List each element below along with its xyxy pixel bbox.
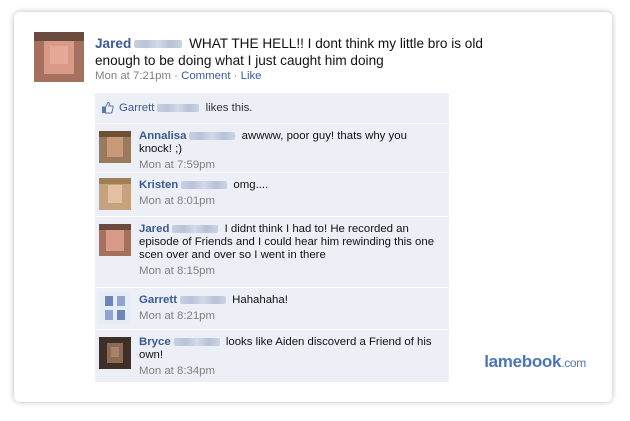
comment-body: Bryce looks like Aiden discoverd a Frien… <box>139 336 439 378</box>
blurred-surname <box>134 40 183 49</box>
comment-body: Kristen omg.... Mon at 8:01pm <box>139 179 439 208</box>
comment-time[interactable]: Mon at 7:59pm <box>139 159 439 172</box>
commenter-avatar[interactable] <box>99 224 131 256</box>
commenter-avatar[interactable] <box>99 292 131 324</box>
comment-body: Annalisa awwww, poor guy! thats why you … <box>139 130 439 172</box>
post-time[interactable]: Mon at 7:21pm <box>95 70 171 82</box>
comment-text: omg.... <box>233 179 269 191</box>
watermark-brand: lamebook <box>484 352 562 371</box>
separator: · <box>170 70 182 82</box>
blurred-surname <box>179 295 226 304</box>
comment-time[interactable]: Mon at 8:34pm <box>139 365 439 378</box>
post-text: Jared WHAT THE HELL!! I dont think my li… <box>95 35 515 69</box>
separator: · <box>230 70 241 82</box>
comment-item: Annalisa awwww, poor guy! thats why you … <box>95 123 449 172</box>
comment-time[interactable]: Mon at 8:21pm <box>139 310 439 323</box>
comment-link[interactable]: Comment <box>181 70 230 82</box>
post-author-name[interactable]: Jared <box>95 36 131 51</box>
likes-suffix: likes this. <box>205 102 253 114</box>
comment-author[interactable]: Annalisa <box>139 130 186 142</box>
comment-time[interactable]: Mon at 8:01pm <box>139 195 439 208</box>
comment-item: Jared I didnt think I had to! He recorde… <box>95 216 449 287</box>
blurred-surname <box>181 180 228 189</box>
story-card: Jared WHAT THE HELL!! I dont think my li… <box>14 12 612 402</box>
likes-bar: Garrett likes this. <box>95 93 449 123</box>
comment-item: Garrett Hahahaha! Mon at 8:21pm <box>95 287 449 329</box>
watermark-tld: .com <box>561 356 586 370</box>
comment-author[interactable]: Bryce <box>139 336 171 348</box>
comment-body: Jared I didnt think I had to! He recorde… <box>139 223 439 278</box>
comment-author[interactable]: Garrett <box>139 294 177 306</box>
comment-body: Garrett Hahahaha! Mon at 8:21pm <box>139 294 439 323</box>
comment-text: Hahahaha! <box>232 294 288 306</box>
comment-item: Kristen omg.... Mon at 8:01pm <box>95 172 449 216</box>
commenter-avatar[interactable] <box>99 131 131 163</box>
blurred-surname <box>157 103 200 112</box>
likes-text: Garrett likes this. <box>119 102 252 114</box>
comment-item: Bryce looks like Aiden discoverd a Frien… <box>95 329 449 382</box>
like-link[interactable]: Like <box>241 70 262 82</box>
post-meta: Mon at 7:21pm · Comment · Like <box>95 70 262 82</box>
blurred-surname <box>173 337 220 346</box>
commenter-avatar[interactable] <box>99 337 131 369</box>
comment-author[interactable]: Jared <box>139 223 169 235</box>
comment-time[interactable]: Mon at 8:15pm <box>139 265 439 278</box>
comment-author[interactable]: Kristen <box>139 179 178 191</box>
thumbs-up-icon <box>102 101 114 114</box>
blurred-surname <box>172 224 219 233</box>
lamebook-watermark: lamebook.com <box>484 352 586 372</box>
liker-name[interactable]: Garrett <box>119 102 154 114</box>
author-avatar[interactable] <box>34 32 84 82</box>
blurred-surname <box>189 131 236 140</box>
commenter-avatar[interactable] <box>99 178 131 210</box>
